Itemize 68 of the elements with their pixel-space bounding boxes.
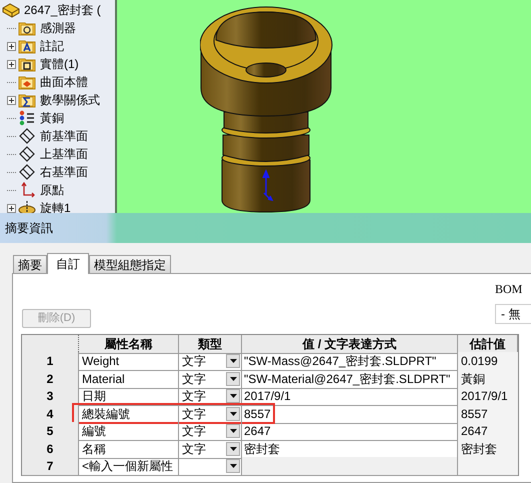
tree-item-label[interactable]: 曲面本體: [40, 73, 88, 91]
tree-item-label[interactable]: 感測器: [40, 19, 76, 37]
folder-icon: [18, 74, 36, 90]
evaluated-value-cell: 0.0199: [458, 352, 518, 371]
tree-item-label[interactable]: 右基準面: [40, 163, 88, 181]
plane-icon: [18, 128, 36, 144]
row-number[interactable]: 5: [22, 422, 79, 441]
tree-item-label[interactable]: 上基準面: [40, 145, 88, 163]
caret-icon: [230, 412, 236, 416]
tree-item-label[interactable]: 實體(1): [40, 55, 79, 73]
column-header[interactable]: 類型: [179, 335, 242, 354]
row-number[interactable]: 1: [22, 352, 79, 371]
type-dropdown[interactable]: 文字: [179, 422, 242, 441]
expand-icon[interactable]: [7, 42, 16, 50]
value-cell[interactable]: 2647: [242, 422, 458, 441]
property-name-cell[interactable]: 編號: [79, 422, 179, 441]
caret-icon: [230, 376, 236, 380]
value-cell[interactable]: 8557: [242, 404, 458, 424]
expand-icon[interactable]: [7, 204, 16, 212]
tree-item-label[interactable]: 註記: [40, 37, 64, 55]
type-dropdown[interactable]: 文字: [179, 440, 242, 458]
column-header[interactable]: 屬性名稱: [79, 335, 179, 354]
folder-icon: [18, 92, 36, 108]
folder-icon: [18, 20, 36, 36]
dialog-title: 摘要資訊: [5, 220, 53, 237]
type-dropdown[interactable]: 文字: [179, 404, 242, 424]
row-number[interactable]: 3: [22, 387, 79, 406]
tree-item-label[interactable]: 前基準面: [40, 127, 88, 145]
caret-icon: [230, 464, 236, 468]
folder-icon: [18, 38, 36, 54]
property-name-cell[interactable]: 日期: [79, 387, 179, 406]
tree-item-label[interactable]: 原點: [40, 181, 64, 199]
expand-icon[interactable]: [7, 60, 16, 68]
plane-icon: [18, 164, 36, 180]
material-icon: [18, 110, 36, 126]
part-icon: [1, 2, 21, 18]
type-dropdown[interactable]: 文字: [179, 387, 242, 406]
folder-icon: [18, 56, 36, 72]
caret-icon: [230, 446, 236, 450]
tree-root-label[interactable]: 2647_密封套 (: [24, 1, 101, 19]
plane-icon: [18, 146, 36, 162]
property-name-cell[interactable]: Material: [79, 370, 179, 388]
value-cell[interactable]: "SW-Material@2647_密封套.SLDPRT": [242, 370, 458, 388]
bom-select[interactable]: - 無: [495, 304, 531, 324]
tree-item-label[interactable]: 數學關係式: [40, 91, 100, 109]
value-cell[interactable]: [242, 457, 458, 476]
property-name-cell[interactable]: Weight: [79, 352, 179, 371]
value-cell[interactable]: "SW-Mass@2647_密封套.SLDPRT": [242, 352, 458, 371]
caret-icon: [230, 429, 236, 433]
property-name-cell[interactable]: <輸入一個新屬性: [79, 457, 179, 476]
column-header[interactable]: 值 / 文字表達方式: [242, 335, 458, 354]
type-dropdown[interactable]: 文字: [179, 352, 242, 371]
tab[interactable]: 自訂: [47, 253, 89, 274]
row-number[interactable]: 7: [22, 457, 79, 476]
revolve-icon: [18, 200, 36, 213]
type-dropdown[interactable]: [179, 457, 242, 476]
type-dropdown[interactable]: 文字: [179, 370, 242, 388]
caret-icon: [230, 394, 236, 398]
tree-item-label[interactable]: 黃銅: [40, 109, 64, 127]
bom-label: BOM: [495, 281, 522, 298]
property-name-cell[interactable]: 名稱: [79, 440, 179, 458]
value-cell[interactable]: 2017/9/1: [242, 387, 458, 406]
evaluated-value-cell: 2647: [458, 422, 518, 441]
expand-icon[interactable]: [7, 96, 16, 104]
tab[interactable]: 模型組態指定: [89, 255, 171, 273]
caret-icon: [230, 359, 236, 363]
tab[interactable]: 摘要: [13, 255, 47, 273]
evaluated-value-cell: 2017/9/1: [458, 387, 518, 406]
